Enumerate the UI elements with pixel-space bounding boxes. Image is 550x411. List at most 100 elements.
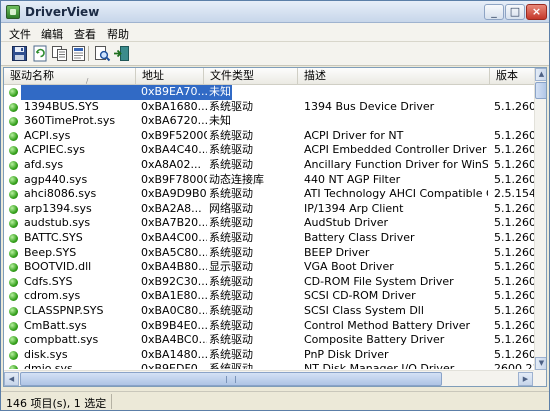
cell-version: 2.5.1540 bbox=[494, 187, 534, 201]
driver-status-icon bbox=[9, 204, 18, 214]
menu-help[interactable]: 帮助 bbox=[107, 26, 129, 42]
cell-driver-name: CLASSPNP.SYS bbox=[24, 304, 104, 317]
cell-address: 0xBA1680... bbox=[141, 99, 207, 113]
column-label-version: 版本 bbox=[496, 69, 518, 82]
column-header-description[interactable]: 描述 bbox=[298, 68, 490, 85]
cell-file-type: 系统驱动 bbox=[209, 289, 253, 303]
scroll-up-button[interactable]: ▲ bbox=[535, 68, 546, 81]
cell-driver-name: Cdfs.SYS bbox=[24, 274, 73, 288]
table-row[interactable]: 0xB9EA70... 未知 bbox=[4, 85, 534, 100]
cell-file-type: 显示驱动 bbox=[209, 260, 253, 274]
driver-status-icon bbox=[9, 336, 18, 346]
cell-file-type: 系统驱动 bbox=[209, 99, 253, 113]
table-row[interactable]: Beep.SYS 0xBA5C80... 系统驱动 BEEP Driver 5.1.26… bbox=[4, 246, 534, 261]
column-header-address[interactable]: 地址 bbox=[136, 68, 204, 85]
cell-version: 5.1.2600 bbox=[494, 318, 534, 332]
cell-description bbox=[304, 114, 488, 129]
cell-description: CD-ROM File System Driver bbox=[304, 274, 454, 288]
table-row[interactable]: CmBatt.sys 0xB9B4E0... 系统驱动 Control Method … bbox=[4, 319, 534, 334]
column-header-driver-name[interactable]: 驱动名称 / bbox=[4, 68, 136, 85]
scroll-left-button[interactable]: ◀ bbox=[4, 372, 19, 386]
cell-address: 0xBA9D9B0... bbox=[141, 187, 207, 201]
driver-status-icon bbox=[9, 350, 18, 360]
cell-file-type: 系统驱动 bbox=[209, 274, 253, 288]
exit-icon[interactable] bbox=[113, 45, 130, 62]
cell-address: 0xB9F78000 bbox=[141, 172, 207, 186]
driver-status-icon bbox=[9, 131, 18, 141]
cell-file-type: 未知 bbox=[209, 114, 231, 128]
maximize-button[interactable]: □ bbox=[505, 4, 525, 20]
driver-status-icon bbox=[9, 277, 18, 287]
vertical-scroll-thumb[interactable] bbox=[535, 82, 546, 99]
cell-address: 0xBA4BC0... bbox=[141, 333, 207, 347]
table-row[interactable]: BATTC.SYS 0xBA4C00... 系统驱动 Battery Class Dr… bbox=[4, 231, 534, 246]
table-row[interactable]: 360TimeProt.sys 0xBA6720... 未知 bbox=[4, 114, 534, 129]
cell-address: 0xB9EA70... bbox=[141, 85, 207, 98]
copy-icon[interactable] bbox=[51, 45, 68, 62]
cell-version: 5.1.2600 bbox=[494, 99, 534, 113]
cell-file-type: 网络驱动 bbox=[209, 201, 253, 215]
table-row[interactable]: CLASSPNP.SYS 0xBA0C80... 系统驱动 SCSI Class Sy… bbox=[4, 304, 534, 319]
cell-file-type: 系统驱动 bbox=[209, 333, 253, 347]
cell-driver-name: Beep.SYS bbox=[24, 245, 77, 259]
table-row[interactable]: dmio.sys 0xB9EDF0... 系统驱动 NT Disk Manager I… bbox=[4, 362, 534, 369]
column-header-file-type[interactable]: 文件类型 bbox=[204, 68, 298, 85]
table-row[interactable]: 1394BUS.SYS 0xBA1680... 系统驱动 1394 Bus Devic… bbox=[4, 100, 534, 115]
table-row[interactable]: disk.sys 0xBA1480... 系统驱动 PnP Disk Driver 5.… bbox=[4, 348, 534, 363]
list-header: 驱动名称 / 地址 文件类型 描述 版本 bbox=[4, 68, 534, 85]
table-row[interactable]: ACPIEC.sys 0xBA4C40... 系统驱动 ACPI Embedded C… bbox=[4, 143, 534, 158]
save-icon[interactable] bbox=[11, 45, 28, 62]
table-row[interactable]: Cdfs.SYS 0xB92C30... 系统驱动 CD-ROM File Syste… bbox=[4, 275, 534, 290]
cell-file-type: 系统驱动 bbox=[209, 216, 253, 230]
table-row[interactable]: agp440.sys 0xB9F78000 动态连接库 440 NT AGP Filt… bbox=[4, 173, 534, 188]
menu-file[interactable]: 文件 bbox=[9, 26, 31, 42]
menu-edit[interactable]: 编辑 bbox=[41, 26, 63, 42]
find-icon[interactable] bbox=[94, 45, 111, 62]
menu-view[interactable]: 查看 bbox=[74, 26, 96, 42]
cell-address: 0xBA7B20... bbox=[141, 216, 207, 230]
scroll-right-button[interactable]: ▶ bbox=[518, 372, 533, 386]
toolbar bbox=[1, 42, 549, 66]
cell-version: 5.1.2600 bbox=[494, 158, 534, 171]
cell-version bbox=[494, 114, 534, 129]
column-label-driver-name: 驱动名称 bbox=[10, 69, 54, 82]
cell-description: BEEP Driver bbox=[304, 245, 370, 259]
cell-description: Battery Class Driver bbox=[304, 231, 415, 244]
table-row[interactable]: ACPI.sys 0xB9F52000 系统驱动 ACPI Driver for NT… bbox=[4, 129, 534, 144]
cell-driver-name: arp1394.sys bbox=[24, 201, 92, 215]
cell-driver-name: agp440.sys bbox=[24, 172, 88, 186]
driver-list[interactable]: 驱动名称 / 地址 文件类型 描述 版本 0xB9EA70... 未知 1394BUS… bbox=[3, 67, 547, 387]
menu-bar: 文件 编辑 查看 帮助 bbox=[1, 23, 549, 42]
cell-address: 0xBA4C40... bbox=[141, 143, 207, 157]
cell-file-type: 系统驱动 bbox=[209, 318, 253, 332]
cell-description: ATI Technology AHCI Compatible C... bbox=[304, 187, 488, 201]
horizontal-scroll-thumb[interactable] bbox=[20, 372, 442, 386]
cell-file-type: 未知 bbox=[209, 85, 231, 98]
table-row[interactable]: compbatt.sys 0xBA4BC0... 系统驱动 Composite Bat… bbox=[4, 333, 534, 348]
minimize-button[interactable]: _ bbox=[484, 4, 504, 20]
table-row[interactable]: cdrom.sys 0xBA1E80... 系统驱动 SCSI CD-ROM Driv… bbox=[4, 289, 534, 304]
cell-version: 5.1.2600 bbox=[494, 333, 534, 347]
table-row[interactable]: afd.sys 0xA8A02... 系统驱动 Ancillary Function … bbox=[4, 158, 534, 173]
cell-driver-name: ACPIEC.sys bbox=[24, 143, 85, 157]
cell-description: Ancillary Function Driver for WinSock bbox=[304, 158, 488, 171]
scroll-down-button[interactable]: ▼ bbox=[535, 357, 546, 370]
column-header-version[interactable]: 版本 bbox=[490, 68, 534, 85]
cell-description: AudStub Driver bbox=[304, 216, 389, 230]
table-row[interactable]: arp1394.sys 0xBA2A8... 网络驱动 IP/1394 Arp Cli… bbox=[4, 202, 534, 217]
cell-file-type: 系统驱动 bbox=[209, 362, 253, 369]
table-row[interactable]: ahci8086.sys 0xBA9D9B0...系统驱动 ATI Technolo… bbox=[4, 187, 534, 202]
table-row[interactable]: BOOTVID.dll 0xBA4B80... 显示驱动 VGA Boot Drive… bbox=[4, 260, 534, 275]
table-row[interactable]: audstub.sys 0xBA7B20... 系统驱动 AudStub Driver… bbox=[4, 216, 534, 231]
driver-status-icon bbox=[9, 321, 18, 331]
scroll-grip-icon bbox=[226, 376, 236, 383]
vertical-scrollbar[interactable]: ▲ ▼ bbox=[534, 68, 546, 370]
refresh-icon[interactable] bbox=[32, 45, 49, 62]
cell-version: 5.1.2600 bbox=[494, 347, 534, 361]
close-button[interactable]: × bbox=[526, 4, 547, 20]
horizontal-scrollbar[interactable]: ◀ ▶ bbox=[4, 370, 534, 386]
html-report-icon[interactable] bbox=[70, 45, 87, 62]
driver-status-icon bbox=[9, 248, 18, 258]
cell-description: VGA Boot Driver bbox=[304, 260, 394, 274]
driverview-window: DriverView _ □ × 文件 编辑 查看 帮助 驱动名称 / 地址 文… bbox=[0, 0, 550, 411]
